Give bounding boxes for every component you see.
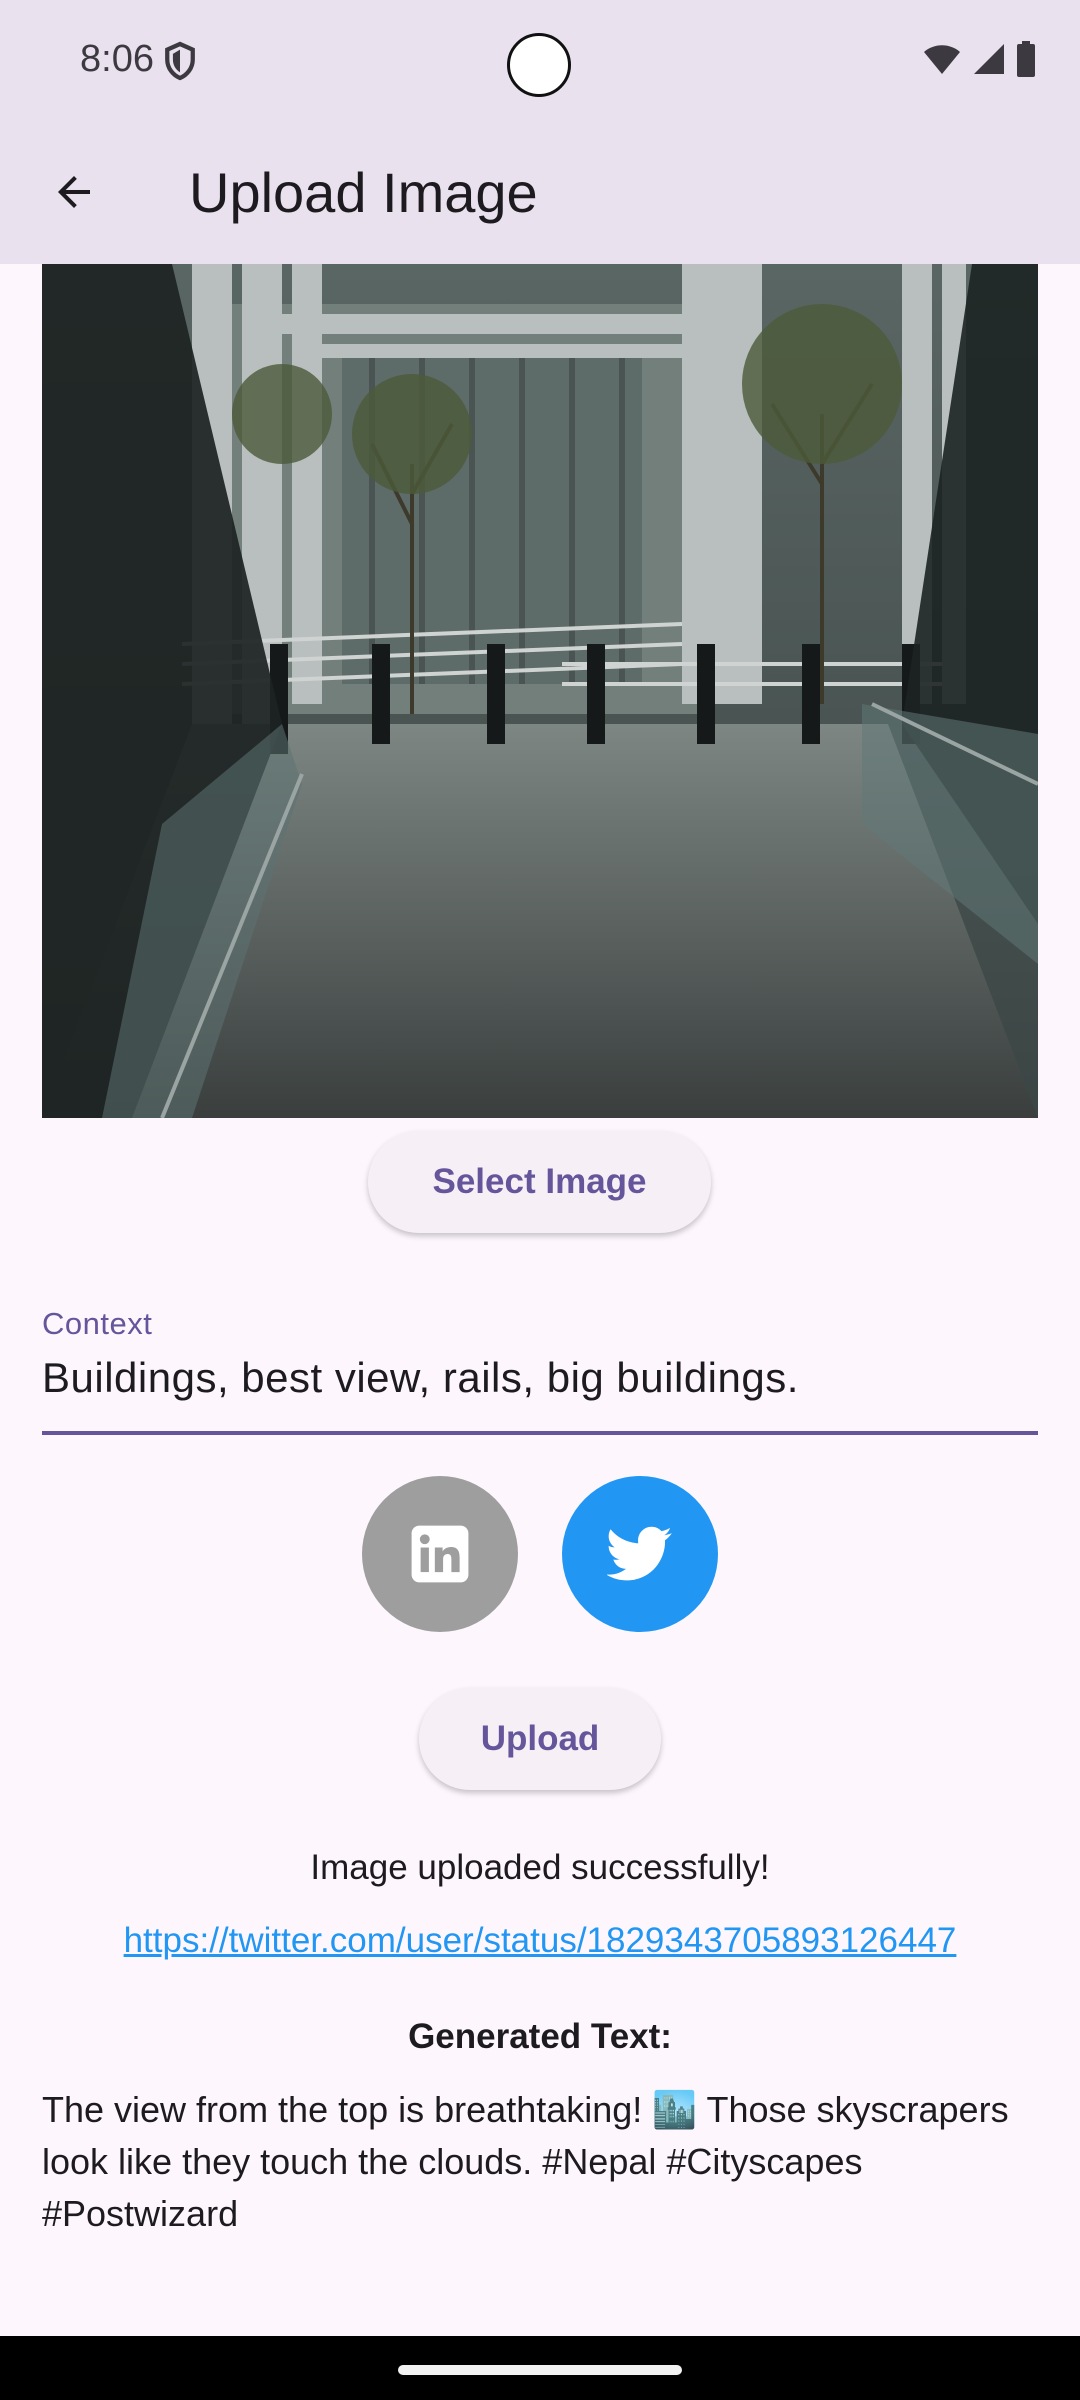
twitter-button[interactable] bbox=[562, 1476, 718, 1632]
generated-text-body: The view from the top is breathtaking! 🏙… bbox=[42, 2089, 1009, 2234]
photo-buildings-walkway bbox=[42, 264, 1038, 1118]
shield-icon bbox=[165, 41, 195, 81]
upload-button[interactable]: Upload bbox=[419, 1688, 661, 1790]
linkedin-icon bbox=[411, 1525, 469, 1583]
battery-icon bbox=[1017, 41, 1035, 77]
upload-status-message: Image uploaded successfully! bbox=[310, 1848, 770, 1887]
page-title: Upload Image bbox=[189, 161, 538, 224]
home-gesture-handle[interactable] bbox=[398, 2365, 682, 2375]
select-image-button[interactable]: Select Image bbox=[368, 1131, 711, 1233]
signal-icon bbox=[974, 44, 1004, 74]
context-underline bbox=[42, 1431, 1038, 1435]
arrow-back-icon bbox=[58, 176, 90, 208]
image-preview bbox=[42, 264, 1038, 1118]
status-bar: 8:06 bbox=[0, 0, 1080, 118]
twitter-icon bbox=[607, 1526, 672, 1581]
camera-cutout bbox=[507, 33, 571, 97]
app-bar: Upload Image bbox=[0, 118, 1080, 264]
generated-text-heading: Generated Text: bbox=[408, 2017, 672, 2056]
back-button[interactable] bbox=[36, 154, 112, 230]
wifi-icon bbox=[924, 45, 960, 74]
context-label: Context bbox=[42, 1306, 153, 1341]
screen: 8:06 Upload Image Select Image Context B… bbox=[0, 0, 1080, 2400]
context-input[interactable]: Buildings, best view, rails, big buildin… bbox=[42, 1354, 799, 1402]
tweet-link[interactable]: https://twitter.com/user/status/18293437… bbox=[0, 1921, 1080, 1961]
linkedin-button[interactable] bbox=[362, 1476, 518, 1632]
status-time: 8:06 bbox=[80, 38, 154, 80]
status-icons bbox=[922, 40, 1036, 78]
